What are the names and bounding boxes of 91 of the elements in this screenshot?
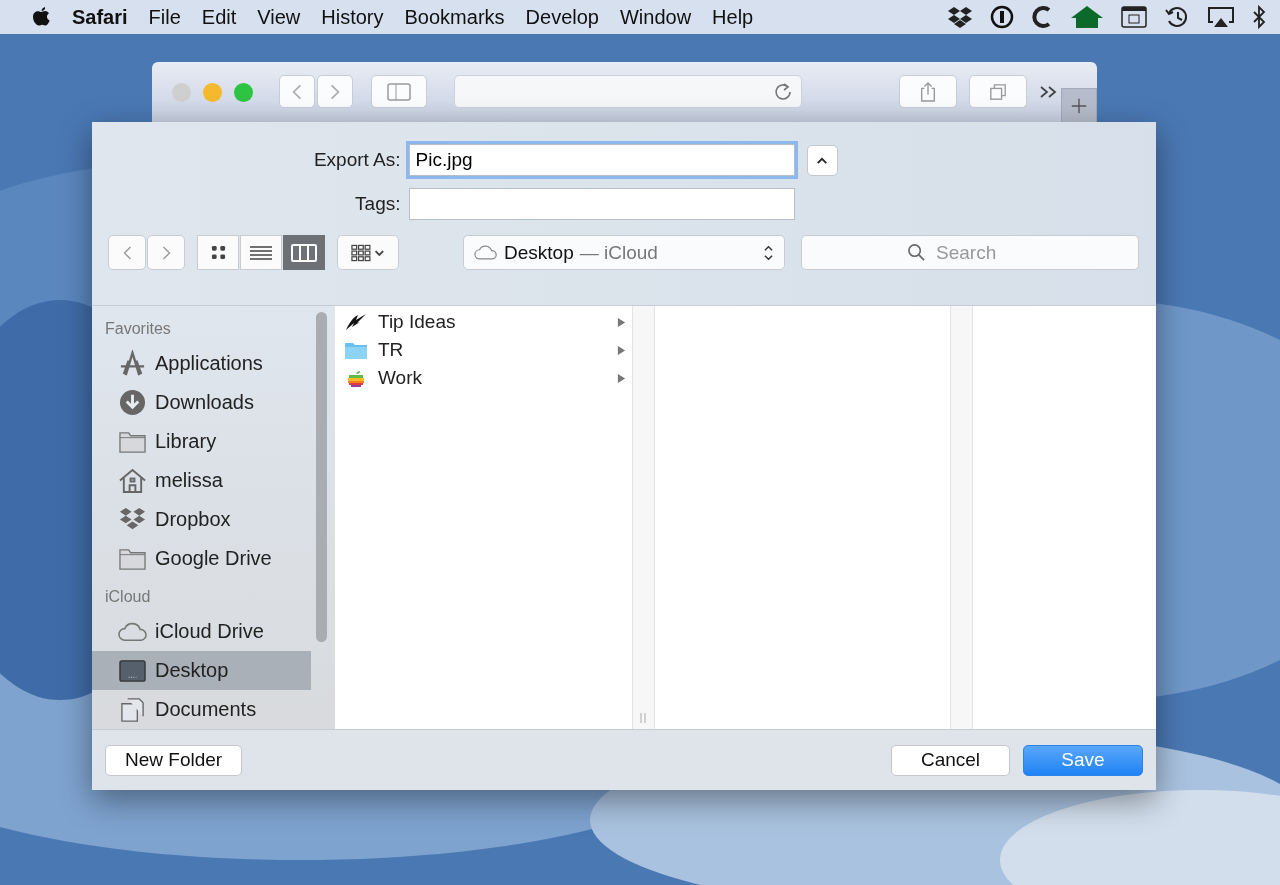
icon-view-button[interactable] [197,235,239,270]
menu-item[interactable]: File [148,5,181,29]
sidebar-label: Library [155,430,217,453]
sidebar-item[interactable]: iCloud Drive [92,612,311,651]
new-folder-button[interactable]: New Folder [105,744,243,776]
sidebar-item[interactable]: Google Drive [92,539,311,578]
sidebar-label: melissa [155,469,223,492]
sidebar-item[interactable]: Documents [92,690,311,729]
export-as-label: Export As: [312,149,401,171]
menu-item[interactable]: Help [712,5,754,29]
brush-icon [344,312,368,332]
sidebar-label: Desktop [155,659,229,682]
chevron-left-icon [292,82,302,101]
sidebar-section-header: iCloud [104,588,152,607]
airplay-icon[interactable] [1207,6,1235,28]
menu-item[interactable]: Bookmarks [404,5,505,29]
sidebar-label: Google Drive [155,547,272,570]
list-icon [250,244,272,261]
sidebar-label: Applications [155,352,263,375]
tabs-button[interactable] [969,75,1027,108]
reload-icon[interactable] [773,81,793,102]
c-letter-icon[interactable] [1031,5,1053,29]
location-service: — iCloud [579,241,658,264]
boxes-icon[interactable] [947,6,973,28]
download-icon [118,389,147,416]
column-resize-handle[interactable] [640,713,646,723]
collapse-button[interactable] [806,144,838,176]
file-name: TR [378,339,404,361]
sidebar-item[interactable]: melissa [92,461,311,500]
sidebar-label: Downloads [155,391,254,414]
sidebar-label: iCloud Drive [155,620,264,643]
menu-item[interactable]: Safari [72,5,128,29]
sidebar-label: Documents [155,698,257,721]
grid-icon [210,245,226,260]
file-name: Tip Ideas [378,311,456,333]
menu-item[interactable]: Edit [201,5,237,29]
clock-icon[interactable] [1164,5,1190,29]
home-icon [118,467,147,494]
tabs-icon [989,82,1007,101]
folder-icon [344,340,368,360]
search-field[interactable]: Search [801,235,1139,270]
chevron-up-icon [816,155,828,165]
share-button[interactable] [899,75,957,108]
menu-item[interactable]: History [321,5,384,29]
share-icon [919,80,937,103]
grid-dropdown-icon [351,243,385,262]
disclosure-triangle-icon [617,372,626,384]
arrange-button[interactable] [337,235,399,270]
scrollbar[interactable] [316,312,327,642]
file-row[interactable]: Tip Ideas [335,308,632,336]
menu-item[interactable]: View [257,5,301,29]
tags-label: Tags: [354,193,401,215]
columns-icon [291,243,317,262]
file-row[interactable]: Work [335,364,632,392]
address-field[interactable] [454,75,802,108]
chevron-right-icon [161,244,171,261]
tags-field[interactable] [408,188,795,220]
bluetooth-icon[interactable] [1252,5,1266,29]
menu-item[interactable]: Develop [525,5,599,29]
file-row[interactable]: TR [335,336,632,364]
sidebar-icon [387,82,411,101]
document-icon [118,696,147,723]
sidebar-item[interactable]: Applications [92,344,311,383]
location-dropdown[interactable]: Desktop — iCloud [463,235,785,270]
list-view-button[interactable] [240,235,282,270]
sidebar-item[interactable]: Desktop [92,651,311,690]
monitor-icon [118,657,147,684]
cloud-icon [474,245,498,260]
chevron-right-icon [330,82,340,101]
disclosure-triangle-icon [617,316,626,328]
sidebar-item[interactable]: Downloads [92,383,311,422]
info-icon[interactable] [990,5,1014,29]
column-view-button[interactable] [283,235,325,270]
sidebar-item[interactable]: Library [92,422,311,461]
house-icon[interactable] [1070,5,1104,29]
chevrons-icon[interactable] [1039,85,1057,99]
location-name: Desktop [504,241,574,264]
sidebar-label: Dropbox [155,508,231,531]
chevron-left-icon [122,244,132,261]
sidebar-section-header: Favorites [104,320,172,339]
search-icon [907,243,926,262]
cancel-button[interactable]: Cancel [891,744,1010,776]
file-name: Work [378,367,422,389]
sidebar-item[interactable]: Dropbox [92,500,311,539]
plus-icon [1070,97,1088,115]
filename-field[interactable]: Pic.jpg [408,144,795,176]
new-tab-button[interactable] [1061,88,1097,124]
disclosure-triangle-icon [617,344,626,356]
up-down-arrows-icon [763,243,774,262]
menu-item[interactable]: Window [619,5,692,29]
applications-icon [118,350,147,377]
